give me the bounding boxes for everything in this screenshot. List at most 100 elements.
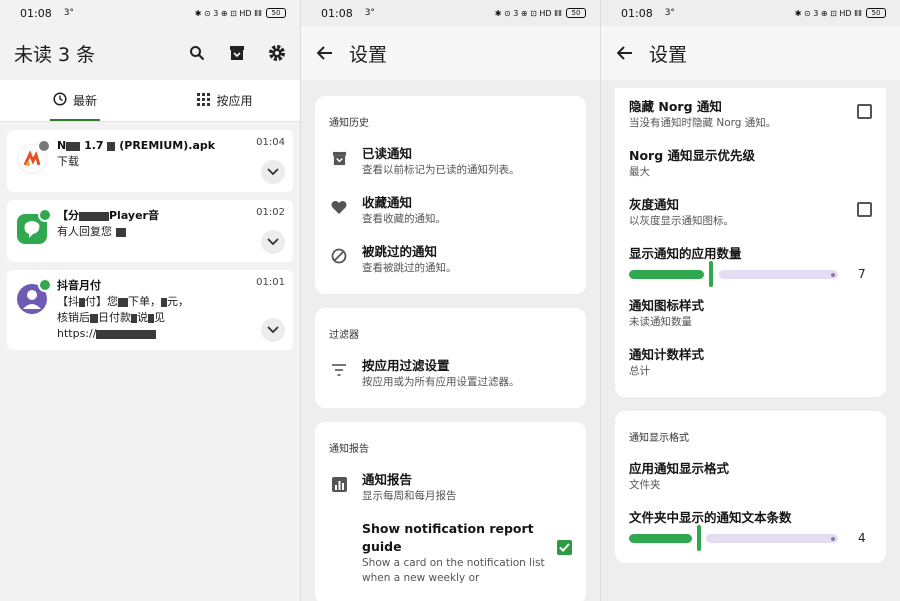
battery-icon: 50 — [566, 8, 586, 18]
notif-title: 抖音月付 — [57, 279, 101, 292]
row-notification-report[interactable]: 通知报告显示每周和每月报告 — [315, 465, 586, 514]
notif-text: 有人回复您 — [57, 225, 112, 238]
row-subtitle: 未读通知数量 — [629, 316, 692, 328]
archive-icon[interactable] — [228, 44, 246, 62]
download-badge-icon — [37, 139, 51, 153]
notif-text: 元， — [167, 295, 189, 308]
row-skipped-notifications[interactable]: 被跳过的通知 查看被跳过的通知。 — [315, 237, 586, 286]
notif-title-part: (PREMIUM).apk — [119, 139, 216, 152]
tab-label: 按应用 — [216, 94, 253, 108]
expand-button[interactable] — [261, 230, 285, 254]
row-title: 收藏通知 — [362, 195, 413, 210]
slider-track[interactable] — [629, 261, 838, 287]
row-norg-priority[interactable]: Norg 通知显示优先级 最大 — [615, 141, 886, 190]
row-subtitle: 查看收藏的通知。 — [362, 213, 446, 225]
notif-time: 01:04 — [256, 137, 285, 148]
notif-title-part: Player音 — [109, 209, 159, 222]
row-subtitle: 显示每周和每月报告 — [362, 490, 457, 502]
row-subtitle: Show a card on the notification list whe… — [362, 557, 545, 584]
row-title: 隐藏 Norg 通知 — [629, 99, 722, 114]
row-title: 通知报告 — [362, 472, 413, 487]
grayscale-checkbox[interactable] — [857, 202, 872, 217]
expand-button[interactable] — [261, 318, 285, 342]
row-count-style[interactable]: 通知计数样式 总计 — [615, 340, 886, 389]
block-icon — [329, 246, 349, 266]
row-title: 被跳过的通知 — [362, 244, 438, 259]
notif-text: 核销后 — [57, 311, 90, 324]
status-bar: 01:08 3° ✱ ⊙ 3 ⊕ ⊡ HD ⅡⅡ 50 — [301, 0, 600, 26]
section-title: 过滤器 — [329, 330, 359, 341]
app-count-slider[interactable]: 7 — [615, 261, 886, 291]
section-title: 通知显示格式 — [629, 433, 689, 444]
row-grayscale[interactable]: 灰度通知 以灰度显示通知图标。 — [615, 190, 886, 239]
notif-text: 日付款 — [98, 311, 131, 324]
status-temp: 3° — [364, 8, 375, 18]
back-arrow-icon[interactable] — [615, 43, 635, 63]
tab-by-app[interactable]: 按应用 — [150, 80, 300, 121]
row-report-guide[interactable]: Show notification report guide Show a car… — [315, 514, 586, 596]
notif-text: 付】您 — [85, 295, 118, 308]
folder-text-count-slider[interactable]: 4 — [615, 525, 886, 555]
status-indicators: ✱ ⊙ 3 ⊕ ⊡ HD ⅡⅡ — [794, 8, 862, 18]
row-title: 通知计数样式 — [629, 347, 705, 362]
status-temp: 3° — [664, 8, 675, 18]
section-filters: 过滤器 按应用过滤设置 按应用或为所有应用设置过滤器。 — [315, 308, 586, 408]
notif-title-part: 1.7 — [84, 139, 104, 152]
app-bar: 设置 — [301, 26, 600, 80]
gear-icon[interactable] — [268, 44, 286, 62]
row-app-filter-settings[interactable]: 按应用过滤设置 按应用或为所有应用设置过滤器。 — [315, 351, 586, 400]
row-title: 按应用过滤设置 — [362, 358, 450, 373]
app-badge-icon — [38, 208, 52, 222]
row-title: 通知图标样式 — [629, 298, 705, 313]
section-notification-history: 通知历史 已读通知 查看以前标记为已读的通知列表。 收藏通知查看收藏的通知。 被跳… — [315, 96, 586, 294]
notif-text: 下单， — [128, 295, 161, 308]
search-icon[interactable] — [188, 44, 206, 62]
avatar — [17, 278, 52, 314]
notification-card[interactable]: N 1.7 (PREMIUM).apk 下载 01:04 — [7, 130, 293, 192]
notification-card[interactable]: 抖音月付 【抖 付】您 下单， 元， 核销后 日付款说见 https:// 01:01 — [7, 270, 293, 350]
hide-norg-checkbox[interactable] — [857, 104, 872, 119]
slider-value: 7 — [858, 267, 866, 281]
clock-icon — [53, 92, 67, 109]
status-indicators: ✱ ⊙ 3 ⊕ ⊡ HD ⅡⅡ — [494, 8, 562, 18]
row-title: 文件夹中显示的通知文本条数 — [629, 510, 792, 525]
status-bar: 01:08 3° ✱ ⊙ 3 ⊕ ⊡ HD ⅡⅡ 50 — [601, 0, 900, 26]
status-time: 01:08 — [20, 6, 52, 20]
expand-button[interactable] — [261, 160, 285, 184]
filter-icon — [329, 360, 349, 380]
section-title: 通知报告 — [329, 444, 369, 455]
section-display-format: 通知显示格式 应用通知显示格式 文件夹 文件夹中显示的通知文本条数 4 — [615, 411, 886, 563]
row-title: Show notification report guide — [362, 521, 534, 554]
slider-thumb[interactable] — [709, 261, 714, 287]
tab-label: 最新 — [72, 94, 97, 108]
battery-icon: 50 — [266, 8, 286, 18]
row-app-display-format[interactable]: 应用通知显示格式 文件夹 — [615, 454, 886, 503]
row-read-notifications[interactable]: 已读通知 查看以前标记为已读的通知列表。 — [315, 139, 586, 188]
screen-unread-list: 01:08 3° ✱ ⊙ 3 ⊕ ⊡ HD ⅡⅡ 50 未读 3 条 最新 按应… — [0, 0, 300, 601]
row-title: Norg 通知显示优先级 — [629, 148, 756, 163]
row-title: 应用通知显示格式 — [629, 461, 730, 476]
spacer-icon — [329, 523, 349, 543]
section-notification-report: 通知报告 通知报告显示每周和每月报告 Show notification rep… — [315, 422, 586, 601]
notif-time: 01:02 — [256, 207, 285, 218]
row-icon-style[interactable]: 通知图标样式 未读通知数量 — [615, 291, 886, 340]
page-title: 设置 — [349, 43, 388, 66]
section-title: 通知历史 — [329, 118, 369, 129]
row-title: 已读通知 — [362, 146, 413, 161]
row-subtitle: 总计 — [629, 365, 650, 377]
row-app-count: 显示通知的应用数量 — [615, 239, 886, 267]
slider-value: 4 — [858, 531, 866, 545]
notif-title: N — [57, 139, 67, 152]
tab-latest[interactable]: 最新 — [0, 80, 150, 121]
notif-text: 下载 — [57, 155, 79, 168]
slider-thumb[interactable] — [696, 525, 701, 551]
row-hide-norg[interactable]: 隐藏 Norg 通知 当没有通知时隐藏 Norg 通知。 — [615, 92, 886, 141]
app-badge-icon — [38, 278, 52, 292]
notif-time: 01:01 — [256, 277, 285, 288]
report-guide-checkbox[interactable] — [557, 540, 572, 555]
row-favorite-notifications[interactable]: 收藏通知查看收藏的通知。 — [315, 188, 586, 237]
back-arrow-icon[interactable] — [315, 43, 335, 63]
notification-card[interactable]: 【分 Player音 有人回复您 01:02 — [7, 200, 293, 262]
slider-track[interactable] — [629, 525, 838, 551]
row-folder-text-count: 文件夹中显示的通知文本条数 — [615, 503, 886, 531]
